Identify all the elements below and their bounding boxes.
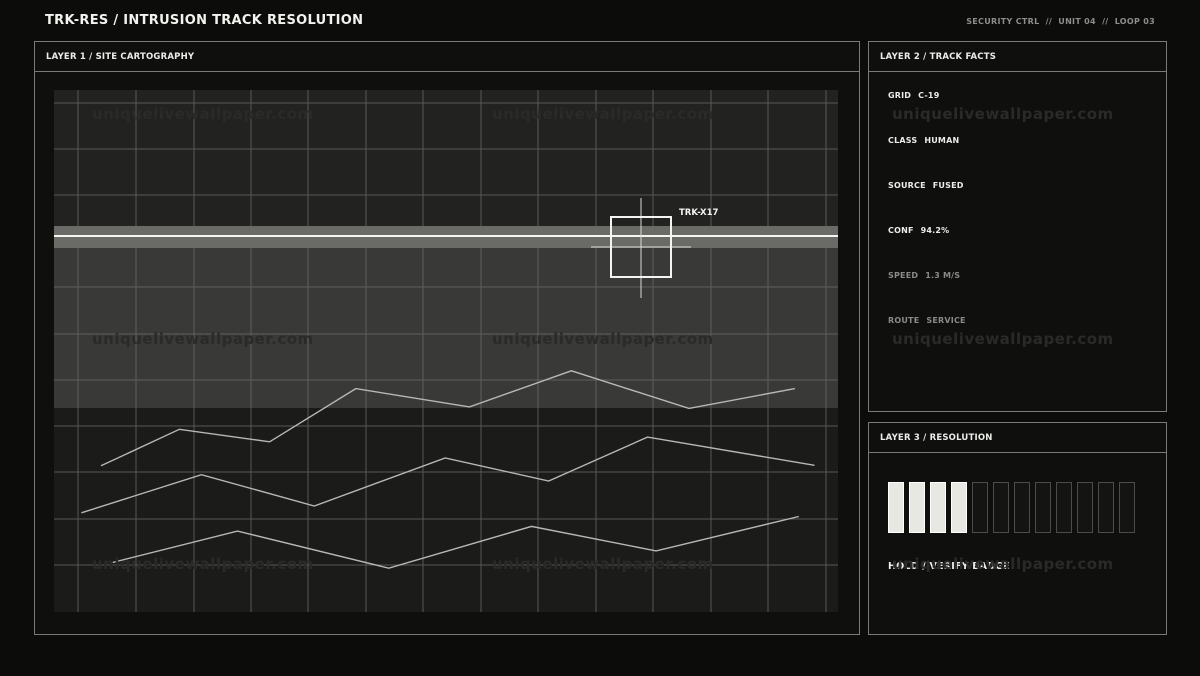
track-facts-panel: LAYER 2 / TRACK FACTS GRID C-19 CLASS HUMA…	[868, 41, 1167, 412]
map-panel-title: LAYER 1 / SITE CARTOGRAPHY	[35, 42, 859, 72]
progress-segment-empty	[972, 482, 988, 533]
fact-value: FUSED	[932, 181, 964, 190]
progress-segment-filled	[909, 482, 925, 533]
site-cartography-panel: LAYER 1 / SITE CARTOGRAPHY TRK-X17 uniqu…	[34, 41, 860, 635]
fact-class: CLASS HUMAN	[888, 136, 959, 145]
facts-panel-title: LAYER 2 / TRACK FACTS	[869, 42, 1166, 72]
progress-segment-empty	[1035, 482, 1051, 533]
progress-segment-filled	[951, 482, 967, 533]
resolution-status: HOLD / VERIFY BADGE	[888, 561, 1010, 572]
resolution-panel-title: LAYER 3 / RESOLUTION	[869, 423, 1166, 453]
fact-route: ROUTE SERVICE	[888, 316, 966, 325]
fact-key: SPEED	[888, 271, 919, 280]
fact-speed: SPEED 1.3 M/S	[888, 271, 960, 280]
top-zone	[54, 90, 838, 226]
fact-key: CLASS	[888, 136, 918, 145]
fact-value: HUMAN	[924, 136, 960, 145]
highlight-zone	[54, 226, 838, 408]
fact-source: SOURCE FUSED	[888, 181, 964, 190]
header-meta: SECURITY CTRL // UNIT 04 // LOOP 03	[966, 17, 1155, 26]
fact-key: CONF	[888, 226, 914, 235]
progress-segment-empty	[1056, 482, 1072, 533]
site-map[interactable]: TRK-X17	[54, 90, 838, 612]
fact-value: C-19	[918, 91, 940, 100]
progress-segment-empty	[1098, 482, 1114, 533]
fact-value: 1.3 M/S	[925, 271, 961, 280]
fact-conf: CONF 94.2%	[888, 226, 949, 235]
progress-segment-empty	[993, 482, 1009, 533]
watermark: uniquelivewallpaper.com	[892, 105, 1114, 123]
fact-value: SERVICE	[926, 316, 966, 325]
progress-segment-empty	[1119, 482, 1135, 533]
target-label: TRK-X17	[679, 208, 718, 218]
progress-segment-empty	[1014, 482, 1030, 533]
fact-value: 94.2%	[920, 226, 950, 235]
fact-key: GRID	[888, 91, 912, 100]
progress-segment-filled	[930, 482, 946, 533]
fact-key: SOURCE	[888, 181, 926, 190]
watermark: uniquelivewallpaper.com	[892, 330, 1114, 348]
progress-segment-filled	[888, 482, 904, 533]
progress-segment-empty	[1077, 482, 1093, 533]
fact-grid: GRID C-19	[888, 91, 939, 100]
fact-key: ROUTE	[888, 316, 920, 325]
resolution-panel: LAYER 3 / RESOLUTION HOLD / VERIFY BADGE…	[868, 422, 1167, 635]
page-title: TRK-RES / INTRUSION TRACK RESOLUTION	[45, 13, 364, 28]
resolution-progress	[888, 482, 1135, 533]
